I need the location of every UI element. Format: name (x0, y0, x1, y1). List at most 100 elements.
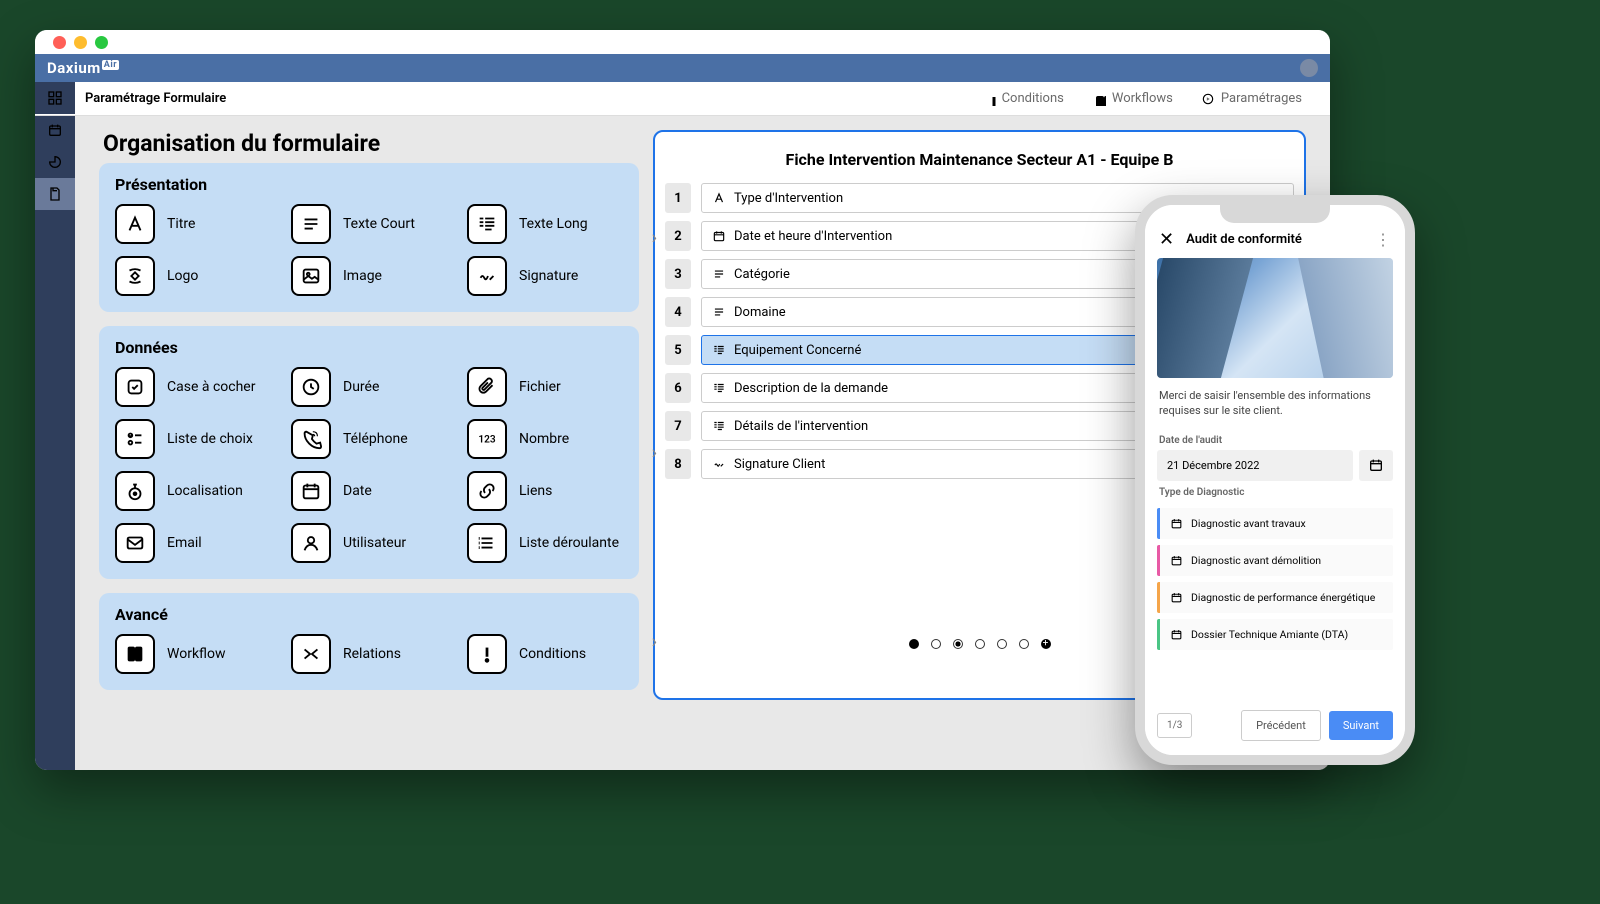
link-icon (467, 471, 507, 511)
field-number: 4 (665, 297, 691, 327)
min-dot[interactable] (74, 36, 87, 49)
pager-dot[interactable] (909, 639, 919, 649)
pager-add[interactable]: + (1041, 639, 1051, 649)
tile-label: Texte Court (343, 216, 415, 232)
group-title: Présentation (115, 175, 623, 194)
sidebar-chart-icon[interactable] (35, 146, 75, 178)
diagnostic-item[interactable]: Diagnostic avant démolition (1157, 545, 1393, 576)
page-title: Organisation du formulaire (103, 130, 639, 157)
page-indicator: 1/3 (1157, 713, 1192, 738)
diagnostic-item[interactable]: Dossier Technique Amiante (DTA) (1157, 619, 1393, 650)
field-number: 7 (665, 411, 691, 441)
field-label: Equipement Concerné (734, 343, 861, 358)
diagnostic-label: Diagnostic avant travaux (1191, 517, 1306, 530)
pager-dot[interactable] (1019, 639, 1029, 649)
sidebar-form-icon[interactable] (35, 178, 75, 210)
tile-label: Durée (343, 379, 379, 395)
tile-location[interactable]: Localisation (115, 471, 271, 511)
tile-user[interactable]: Utilisateur (291, 523, 447, 563)
tile-label: Fichier (519, 379, 561, 395)
tile-phone[interactable]: Téléphone (291, 419, 447, 459)
toolbar-conditions[interactable]: Conditions (982, 91, 1064, 106)
image-icon (291, 256, 331, 296)
text-long-icon (467, 204, 507, 244)
tile-text-long[interactable]: Texte Long (467, 204, 623, 244)
tile-label: Liste de choix (167, 431, 253, 447)
tile-label: Téléphone (343, 431, 408, 447)
tile-dropdown[interactable]: Liste déroulante (467, 523, 623, 563)
tile-relations[interactable]: Relations (291, 634, 447, 674)
calendar-icon[interactable] (1359, 450, 1393, 481)
brand-bar: DaxiumAir (35, 54, 1330, 82)
pager-dot[interactable] (975, 639, 985, 649)
tile-label: Titre (167, 216, 195, 232)
window-titlebar (35, 30, 1330, 54)
field-label: Signature Client (734, 457, 825, 472)
diagnostic-item[interactable]: Diagnostic de performance énergétique (1157, 582, 1393, 613)
tile-workflow[interactable]: Workflow (115, 634, 271, 674)
tile-letter-a[interactable]: Titre (115, 204, 271, 244)
number-icon (467, 419, 507, 459)
phone-description: Merci de saisir l'ensemble des informati… (1145, 378, 1405, 429)
toolbar-params[interactable]: Paramétrages (1201, 91, 1302, 106)
next-button[interactable]: Suivant (1329, 711, 1393, 740)
field-number: 1 (665, 183, 691, 213)
field-number: 8 (665, 449, 691, 479)
group-title: Données (115, 338, 623, 357)
close-dot[interactable] (53, 36, 66, 49)
phone-mockup: ✕ Audit de conformité ⋮ Merci de saisir … (1135, 195, 1415, 765)
close-icon[interactable]: ✕ (1159, 229, 1174, 250)
tile-label: Texte Long (519, 216, 588, 232)
tile-logo[interactable]: Logo (115, 256, 271, 296)
location-icon (115, 471, 155, 511)
chevron-right-icon[interactable]: › (652, 631, 657, 652)
field-number: 2 (665, 221, 691, 251)
field-label: Catégorie (734, 267, 790, 282)
field-label: Domaine (734, 305, 786, 320)
chevron-right-icon[interactable]: › (652, 227, 657, 248)
tile-signature[interactable]: Signature (467, 256, 623, 296)
workflow-icon (115, 634, 155, 674)
tile-date[interactable]: Date (291, 471, 447, 511)
max-dot[interactable] (95, 36, 108, 49)
tile-label: Logo (167, 268, 198, 284)
more-icon[interactable]: ⋮ (1375, 230, 1391, 249)
diagnostic-item[interactable]: Diagnostic avant travaux (1157, 508, 1393, 539)
tile-clock[interactable]: Durée (291, 367, 447, 407)
prev-button[interactable]: Précédent (1241, 710, 1321, 741)
tile-conditions[interactable]: Conditions (467, 634, 623, 674)
tile-text-short[interactable]: Texte Court (291, 204, 447, 244)
group-donnees: Données Case à cocher Durée Fichier Liste d… (99, 326, 639, 579)
diagnostic-label: Dossier Technique Amiante (DTA) (1191, 628, 1348, 641)
preview-title: Fiche Intervention Maintenance Secteur A… (655, 150, 1304, 169)
tile-label: Liste déroulante (519, 535, 619, 551)
phone-title: Audit de conformité (1186, 232, 1363, 247)
logo-icon (115, 256, 155, 296)
sidebar-calendar-icon[interactable] (35, 114, 75, 146)
tile-image[interactable]: Image (291, 256, 447, 296)
field-label: Type d'Intervention (734, 191, 843, 206)
date-field[interactable]: 21 Décembre 2022 (1157, 450, 1353, 481)
field-label: Date et heure d'Intervention (734, 229, 892, 244)
avatar[interactable] (1300, 59, 1318, 77)
tile-checkbox[interactable]: Case à cocher (115, 367, 271, 407)
date-icon (291, 471, 331, 511)
pager-dot[interactable] (931, 639, 941, 649)
field-number: 3 (665, 259, 691, 289)
tile-link[interactable]: Liens (467, 471, 623, 511)
sidebar-grid-icon[interactable] (35, 82, 75, 114)
checkbox-icon (115, 367, 155, 407)
group-avance: Avancé WorkflowRelationsConditions › (99, 593, 639, 690)
sidebar (35, 116, 75, 770)
tile-number[interactable]: Nombre (467, 419, 623, 459)
relations-icon (291, 634, 331, 674)
pager-dot[interactable] (997, 639, 1007, 649)
field-number: 6 (665, 373, 691, 403)
pager-dot[interactable] (953, 639, 963, 649)
chevron-right-icon[interactable]: › (652, 442, 657, 463)
toolbar-workflows[interactable]: Workflows (1092, 91, 1173, 106)
phone-hero-image (1157, 258, 1393, 378)
tile-mail[interactable]: Email (115, 523, 271, 563)
tile-choice-list[interactable]: Liste de choix (115, 419, 271, 459)
tile-attachment[interactable]: Fichier (467, 367, 623, 407)
